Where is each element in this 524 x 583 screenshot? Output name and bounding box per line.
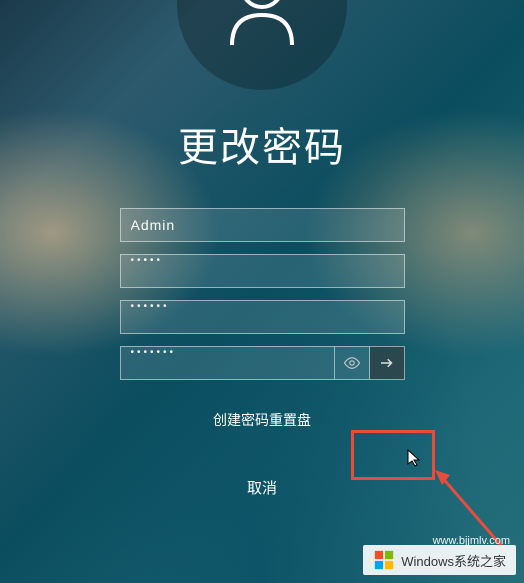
- create-reset-disk-link[interactable]: 创建密码重置盘: [213, 410, 311, 430]
- windows-logo-icon: [373, 549, 395, 571]
- watermark-text: Windows系统之家: [401, 551, 506, 570]
- new-password-field[interactable]: ••••••: [120, 300, 405, 334]
- cancel-button[interactable]: 取消: [247, 477, 277, 498]
- change-password-form: ••••• •••••• ••••••• 创建密码重置盘 取消: [120, 208, 405, 498]
- username-field[interactable]: [120, 208, 405, 242]
- reveal-password-button[interactable]: [335, 346, 370, 380]
- page-title: 更改密码: [178, 115, 346, 173]
- eye-icon: [343, 354, 361, 372]
- watermark: Windows系统之家: [363, 545, 516, 575]
- submit-button[interactable]: [370, 346, 405, 380]
- confirm-password-field[interactable]: •••••••: [120, 346, 335, 380]
- old-password-field[interactable]: •••••: [120, 254, 405, 288]
- user-avatar: [177, 0, 347, 90]
- person-icon: [212, 0, 312, 55]
- arrow-right-icon: [378, 354, 396, 372]
